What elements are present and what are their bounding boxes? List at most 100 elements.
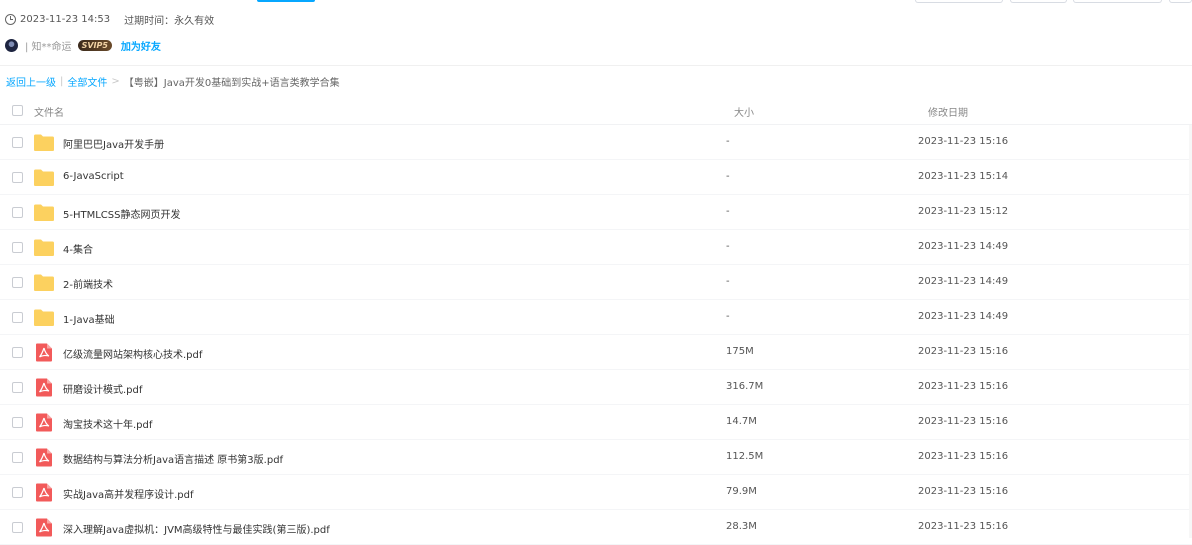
table-row[interactable]: 1-Java基础 - 2023-11-23 14:49	[0, 300, 1192, 335]
file-modified-date: 2023-11-23 15:16	[918, 136, 1009, 147]
file-modified-date: 2023-11-23 15:14	[918, 171, 1009, 182]
file-size: 28.3M	[726, 521, 757, 532]
column-header-name[interactable]: 文件名	[34, 104, 64, 119]
row-checkbox[interactable]	[12, 522, 23, 533]
table-row[interactable]: 4-集合 - 2023-11-23 14:49	[0, 230, 1192, 265]
table-row[interactable]: 5-HTMLCSS静态网页开发 - 2023-11-23 15:12	[0, 195, 1192, 230]
table-row[interactable]: 淘宝技术这十年.pdf 14.7M 2023-11-23 15:16	[0, 405, 1192, 440]
column-header-size[interactable]: 大小	[734, 104, 754, 119]
file-size: -	[726, 171, 730, 182]
table-row[interactable]: 6-JavaScript - 2023-11-23 15:14	[0, 160, 1192, 195]
expire-value: 永久有效	[174, 15, 215, 27]
toolbar-button[interactable]	[1010, 0, 1067, 3]
pdf-icon	[33, 378, 55, 397]
avatar[interactable]	[5, 38, 18, 52]
file-name[interactable]: 5-HTMLCSS静态网页开发	[63, 206, 180, 221]
table-row[interactable]: 数据结构与算法分析Java语言描述 原书第3版.pdf 112.5M 2023-…	[0, 440, 1192, 475]
table-row[interactable]: 实战Java高并发程序设计.pdf 79.9M 2023-11-23 15:16	[0, 475, 1192, 510]
folder-icon	[33, 308, 55, 327]
pdf-icon	[33, 518, 55, 537]
row-checkbox[interactable]	[12, 242, 23, 253]
file-modified-date: 2023-11-23 15:16	[918, 416, 1009, 427]
row-checkbox[interactable]	[12, 452, 23, 463]
toolbar-button[interactable]	[915, 0, 1003, 3]
expire-label: 过期时间：	[124, 15, 175, 27]
folder-icon	[33, 238, 55, 257]
file-size: -	[726, 241, 730, 252]
file-size: -	[726, 136, 730, 147]
file-name[interactable]: 数据结构与算法分析Java语言描述 原书第3版.pdf	[63, 451, 283, 466]
column-header-modified[interactable]: 修改日期	[928, 104, 968, 119]
row-checkbox[interactable]	[12, 347, 23, 358]
file-modified-date: 2023-11-23 15:12	[918, 206, 1009, 217]
file-modified-date: 2023-11-23 14:49	[918, 311, 1009, 322]
file-modified-date: 2023-11-23 15:16	[918, 381, 1009, 392]
row-checkbox[interactable]	[12, 382, 23, 393]
file-name[interactable]: 阿里巴巴Java开发手册	[63, 136, 164, 151]
file-name[interactable]: 深入理解Java虚拟机：JVM高级特性与最佳实践(第三版).pdf	[63, 521, 330, 536]
sharer-info: | 知**命运 SVIP5 加为好友	[5, 38, 161, 53]
share-meta: 2023-11-23 14:53 过期时间： 永久有效	[5, 12, 215, 27]
file-modified-date: 2023-11-23 15:16	[918, 346, 1009, 357]
file-size: -	[726, 311, 730, 322]
file-size: -	[726, 276, 730, 287]
file-size: 175M	[726, 346, 754, 357]
file-name[interactable]: 研磨设计模式.pdf	[63, 381, 142, 396]
file-size: 14.7M	[726, 416, 757, 427]
file-name[interactable]: 淘宝技术这十年.pdf	[63, 416, 152, 431]
row-checkbox[interactable]	[12, 137, 23, 148]
folder-icon	[33, 273, 55, 292]
file-name[interactable]: 6-JavaScript	[63, 171, 124, 182]
created-time: 2023-11-23 14:53	[20, 13, 111, 25]
pdf-icon	[33, 448, 55, 467]
row-checkbox[interactable]	[12, 207, 23, 218]
table-row[interactable]: 深入理解Java虚拟机：JVM高级特性与最佳实践(第三版).pdf 28.3M …	[0, 510, 1192, 545]
table-row[interactable]: 阿里巴巴Java开发手册 - 2023-11-23 15:16	[0, 125, 1192, 160]
back-link[interactable]: 返回上一级	[6, 74, 56, 89]
all-files-link[interactable]: 全部文件	[67, 74, 107, 89]
file-list-header: 文件名 大小 修改日期	[0, 95, 1192, 125]
file-size: -	[726, 206, 730, 217]
table-row[interactable]: 亿级流量网站架构核心技术.pdf 175M 2023-11-23 15:16	[0, 335, 1192, 370]
file-modified-date: 2023-11-23 15:16	[918, 451, 1009, 462]
divider	[0, 65, 1192, 66]
file-name[interactable]: 1-Java基础	[63, 311, 115, 326]
user-name[interactable]: | 知**命运	[25, 38, 72, 53]
table-row[interactable]: 2-前端技术 - 2023-11-23 14:49	[0, 265, 1192, 300]
pdf-icon	[33, 343, 55, 362]
breadcrumb: 返回上一级 | 全部文件 > 【粤嵌】Java开发0基础到实战+语言类教学合集	[6, 74, 340, 89]
row-checkbox[interactable]	[12, 312, 23, 323]
folder-icon	[33, 203, 55, 222]
row-checkbox[interactable]	[12, 277, 23, 288]
file-name[interactable]: 2-前端技术	[63, 276, 113, 291]
file-list: 阿里巴巴Java开发手册 - 2023-11-23 15:16 6-JavaSc…	[0, 125, 1192, 545]
toolbar-button[interactable]	[1169, 0, 1192, 3]
file-modified-date: 2023-11-23 14:49	[918, 241, 1009, 252]
add-friend-link[interactable]: 加为好友	[121, 38, 161, 53]
toolbar-button[interactable]	[1073, 0, 1162, 3]
file-size: 79.9M	[726, 486, 757, 497]
file-name[interactable]: 实战Java高并发程序设计.pdf	[63, 486, 194, 501]
file-modified-date: 2023-11-23 15:16	[918, 486, 1009, 497]
current-folder: 【粤嵌】Java开发0基础到实战+语言类教学合集	[123, 77, 340, 89]
pdf-icon	[33, 483, 55, 502]
file-modified-date: 2023-11-23 15:16	[918, 521, 1009, 532]
breadcrumb-separator: |	[60, 75, 64, 87]
row-checkbox[interactable]	[12, 417, 23, 428]
row-checkbox[interactable]	[12, 487, 23, 498]
active-tab-indicator	[257, 0, 315, 2]
clock-icon	[5, 13, 16, 25]
file-name[interactable]: 4-集合	[63, 241, 93, 256]
svip-badge: SVIP5	[77, 39, 112, 51]
select-all-checkbox[interactable]	[12, 105, 23, 116]
pdf-icon	[33, 413, 55, 432]
file-size: 316.7M	[726, 381, 764, 392]
table-row[interactable]: 研磨设计模式.pdf 316.7M 2023-11-23 15:16	[0, 370, 1192, 405]
breadcrumb-separator: >	[111, 75, 120, 87]
folder-icon	[33, 168, 55, 187]
file-name[interactable]: 亿级流量网站架构核心技术.pdf	[63, 346, 202, 361]
folder-icon	[33, 133, 55, 152]
file-modified-date: 2023-11-23 14:49	[918, 276, 1009, 287]
file-size: 112.5M	[726, 451, 764, 462]
row-checkbox[interactable]	[12, 172, 23, 183]
